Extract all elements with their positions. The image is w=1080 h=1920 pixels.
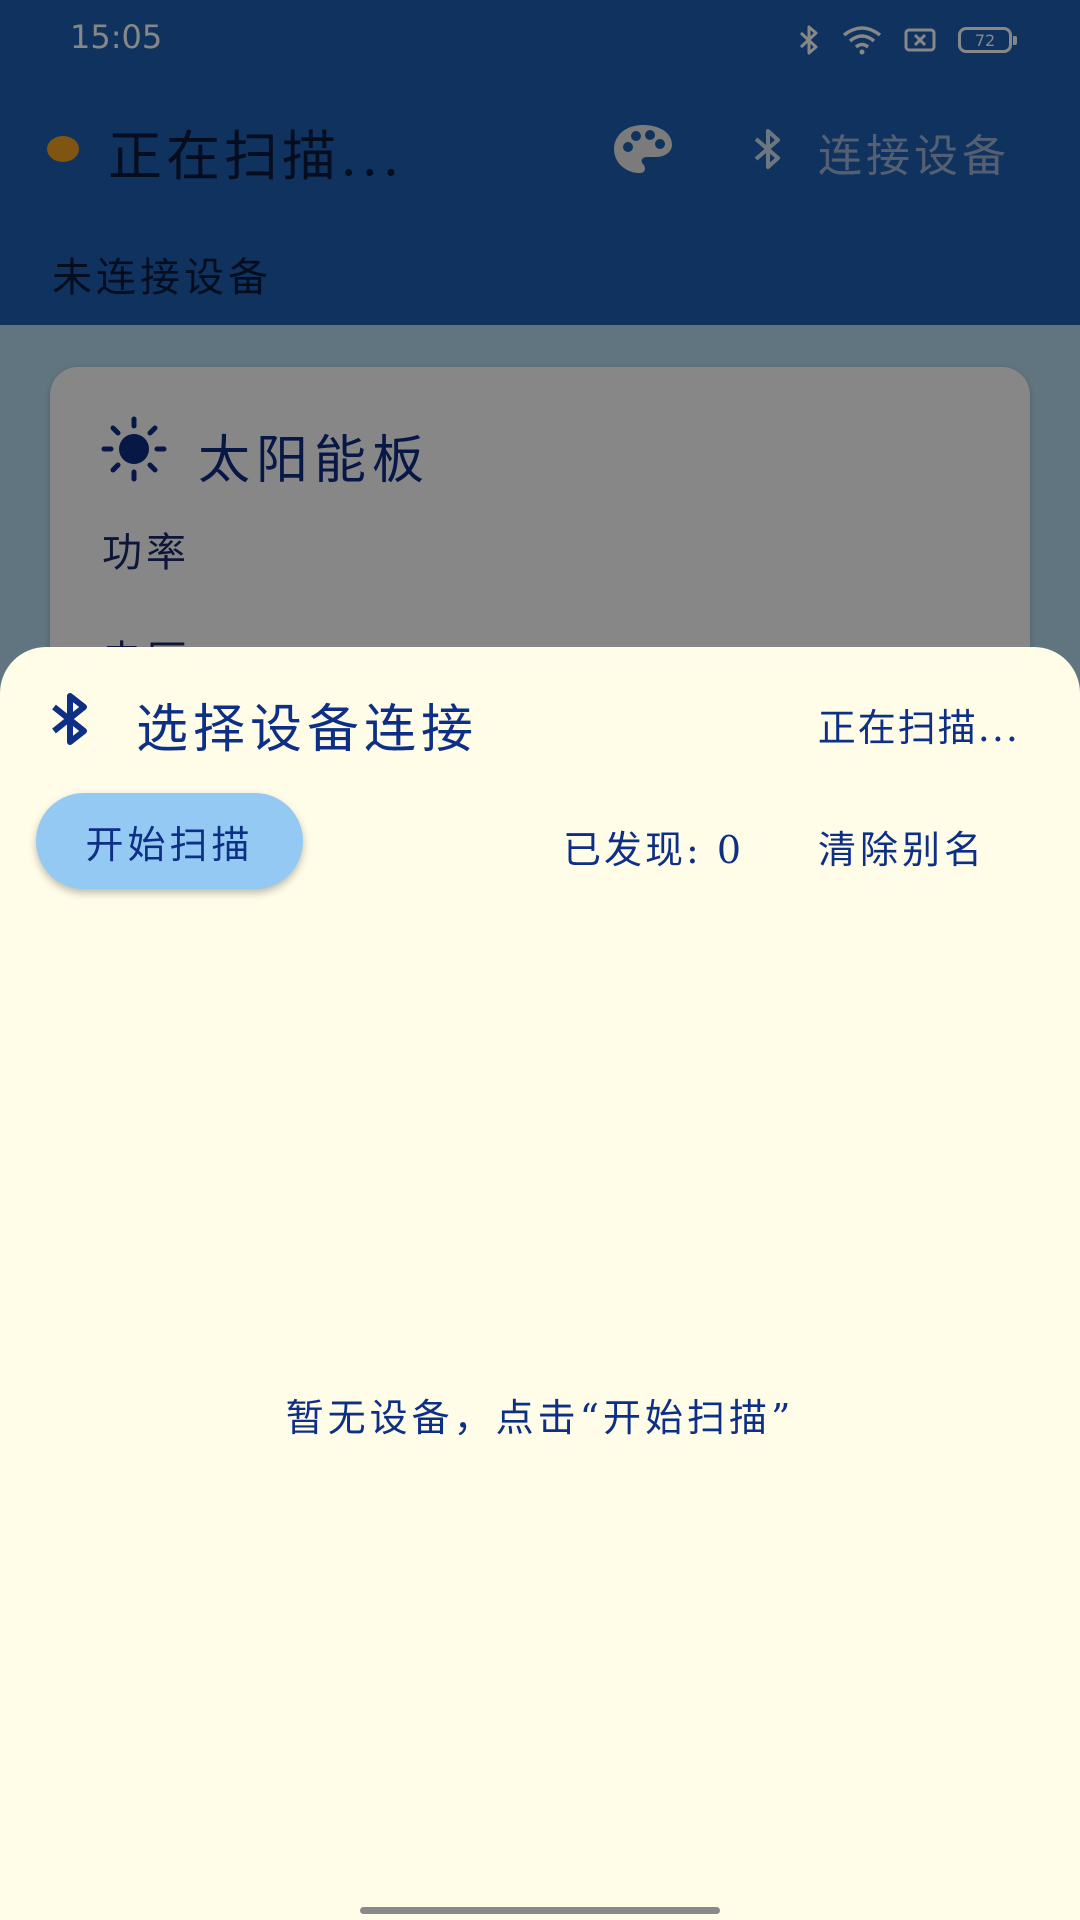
found-count: 已发现: 0 — [563, 828, 745, 872]
clear-alias-button[interactable]: 清除别名 — [818, 819, 986, 874]
sheet-title: 选择设备连接 — [136, 700, 479, 760]
device-picker-sheet: 选择设备连接 正在扫描... 开始扫描 已发现: 0 清除别名 暂无设备，点击“… — [0, 647, 1080, 1920]
start-scan-button[interactable]: 开始扫描 — [36, 793, 303, 889]
empty-device-list-hint: 暂无设备，点击“开始扫描” — [285, 1396, 795, 1440]
home-indicator[interactable] — [360, 1907, 720, 1914]
bluetooth-icon — [52, 693, 87, 745]
scan-status: 正在扫描... — [817, 706, 1020, 750]
